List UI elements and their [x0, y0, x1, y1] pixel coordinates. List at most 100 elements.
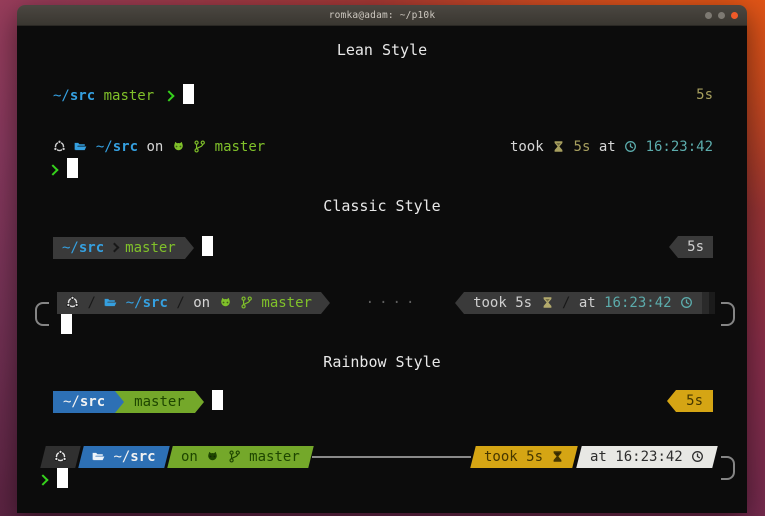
window-title: romka@adam: ~/p10k: [329, 10, 436, 21]
hourglass-icon: [541, 293, 554, 306]
chevron-right-icon: [47, 164, 58, 175]
desktop-wallpaper: romka@adam: ~/p10k Lean Style ~/src mast…: [0, 0, 765, 516]
block-cursor: [202, 236, 213, 256]
gap-filler: ····: [330, 292, 455, 314]
classic-left-prompt: ~/srcmaster: [53, 236, 213, 259]
on-label: on: [146, 139, 163, 155]
git-branch: master: [215, 139, 266, 155]
lean-full-right: took 5s at 16:23:42: [510, 136, 713, 158]
rainbow-right-prompt: 5s: [667, 390, 713, 412]
rainbow-full-left: ~/srcon master: [43, 446, 310, 468]
window-titlebar[interactable]: romka@adam: ~/p10k: [17, 5, 747, 26]
on-label: on: [193, 295, 210, 311]
duration-badge: 5s: [687, 239, 704, 255]
block-cursor: [183, 84, 194, 104]
timestamp: 16:23:42: [604, 295, 671, 311]
octocat-icon: [206, 447, 219, 460]
timestamp: 16:23:42: [646, 139, 713, 155]
minimize-button[interactable]: [705, 12, 712, 19]
block-cursor: [61, 314, 72, 334]
dir-name: src: [80, 394, 105, 410]
prompt-frame-left: [35, 302, 49, 326]
segment-separator: /: [176, 295, 184, 311]
prompt-frame-right: [721, 302, 735, 326]
classic-full-line1: / ~/src / on master ···· took 5s / at: [35, 292, 735, 314]
timestamp: 16:23:42: [615, 449, 682, 465]
terminal-window: romka@adam: ~/p10k Lean Style ~/src mast…: [17, 5, 747, 513]
classic-segment: took 5s / at 16:23:42: [464, 292, 702, 314]
dir-name: src: [130, 449, 155, 465]
at-label: at: [590, 449, 607, 465]
lean-prompt-full-line2: [47, 158, 713, 180]
rainbow-git-segment: on master: [167, 446, 313, 468]
powerline-arrow-icon: [321, 292, 330, 314]
segment-separator: /: [562, 295, 570, 311]
rainbow-duration-segment: took 5s: [471, 446, 579, 468]
classic-full-left: / ~/src / on master: [57, 292, 330, 314]
lean-prompt-full-line1: ~/src on master took 5s at 16:23:42: [53, 136, 713, 158]
hourglass-icon: [552, 137, 565, 150]
rainbow-full-right: took 5s at 16:23:42: [473, 446, 715, 468]
os-logo-icon: [66, 293, 79, 306]
rainbow-prompt-oneline: ~/src master 5s: [53, 390, 713, 412]
os-logo-icon: [54, 447, 67, 460]
rainbow-input-line: [37, 468, 68, 491]
dir-prefix: ~/: [96, 139, 113, 155]
classic-segment: ~/srcmaster: [53, 237, 185, 259]
rainbow-duration-segment: 5s: [676, 390, 713, 412]
duration-badge: 5s: [574, 139, 591, 155]
rainbow-dir-segment: ~/src: [78, 446, 169, 468]
dir-prefix: ~/: [62, 240, 79, 256]
open-folder-icon: [74, 137, 87, 150]
rainbow-dir-segment: ~/src: [53, 391, 115, 413]
took-label: took: [510, 139, 544, 155]
lean-input-line: [47, 158, 78, 181]
rainbow-full-line2: [35, 468, 735, 490]
octocat-icon: [219, 293, 232, 306]
gap-connector-line: [312, 456, 471, 458]
at-label: at: [599, 139, 616, 155]
dir-name: src: [113, 139, 138, 155]
rainbow-git-segment: master: [124, 391, 195, 413]
clock-icon: [624, 137, 637, 150]
maximize-button[interactable]: [718, 12, 725, 19]
dir-prefix: ~/: [53, 88, 70, 104]
duration-badge: 5s: [515, 295, 532, 311]
block-cursor: [57, 468, 68, 488]
powerline-arrow-icon: [195, 391, 204, 413]
close-button[interactable]: [731, 12, 738, 19]
block-cursor: [212, 390, 223, 410]
duration-badge: 5s: [696, 87, 713, 103]
powerline-arrow-icon: [669, 236, 678, 258]
segment-fade: [709, 292, 715, 314]
took-label: took: [473, 295, 507, 311]
powerline-arrow-icon: [667, 390, 676, 412]
os-logo-icon: [53, 137, 66, 150]
rainbow-style-heading: Rainbow Style: [25, 352, 739, 372]
dir-name: src: [79, 240, 104, 256]
chevron-right-icon: [37, 474, 48, 485]
hourglass-icon: [552, 447, 565, 460]
block-cursor: [67, 158, 78, 178]
rainbow-left-prompt: ~/src master: [53, 390, 223, 413]
terminal-content[interactable]: Lean Style ~/src master 5s ~/src on: [17, 26, 747, 513]
rainbow-time-segment: at 16:23:42: [576, 446, 718, 468]
at-label: at: [579, 295, 596, 311]
classic-style-heading: Classic Style: [25, 196, 739, 216]
rainbow-full-line1: ~/srcon master took 5s at 16:23:42: [35, 446, 735, 468]
open-folder-icon: [104, 293, 117, 306]
clock-icon: [691, 447, 704, 460]
git-branch-icon: [240, 293, 253, 306]
on-label: on: [181, 449, 198, 465]
git-branch-icon: [193, 137, 206, 150]
duration-badge: 5s: [527, 449, 544, 465]
window-controls: [705, 5, 738, 25]
lean-style-heading: Lean Style: [25, 40, 739, 60]
dir-prefix: ~/: [63, 394, 80, 410]
dir-prefix: ~/: [113, 449, 130, 465]
powerline-arrow-icon: [115, 391, 124, 413]
rainbow-prompt-full: ~/srcon master took 5s at 16:23:42: [35, 446, 735, 490]
took-label: took: [484, 449, 518, 465]
git-branch: master: [261, 295, 312, 311]
powerline-arrow-icon: [455, 292, 464, 314]
